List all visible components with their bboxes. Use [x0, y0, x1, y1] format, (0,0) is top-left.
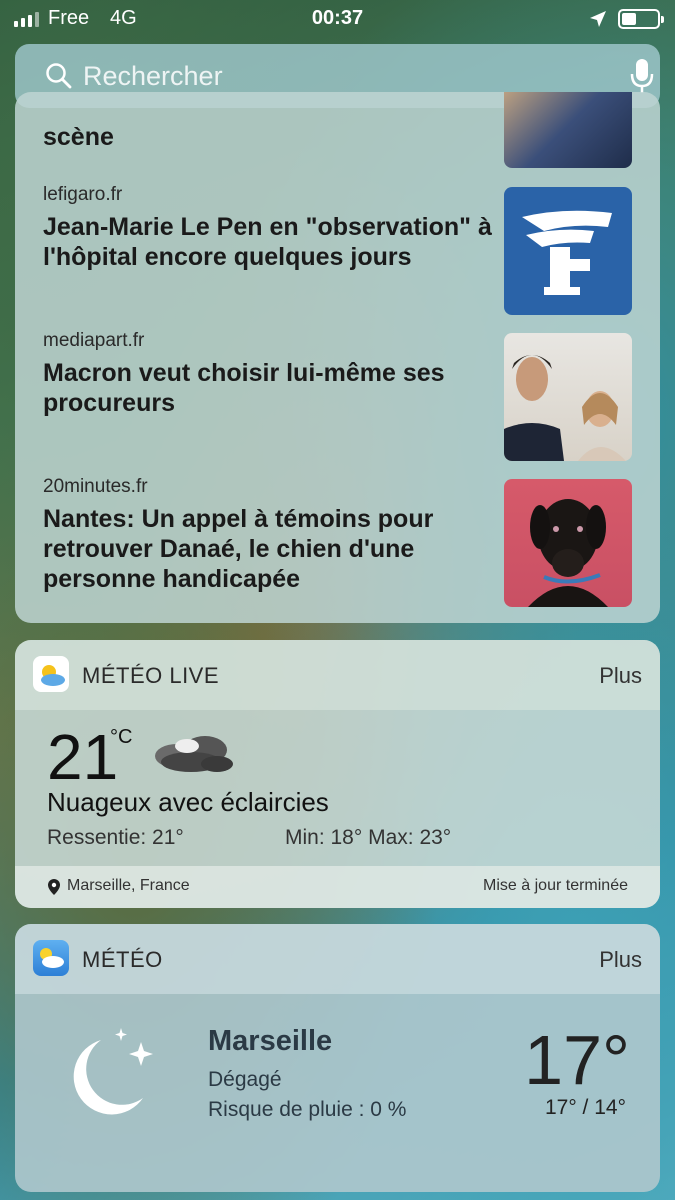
widget-footer: Marseille, France Mise à jour terminée: [15, 866, 660, 908]
news-item[interactable]: scène: [43, 122, 493, 152]
widget-header: MÉTÉO LIVE Plus: [15, 640, 660, 710]
min-max-temperature: Min: 18° Max: 23°: [285, 826, 452, 849]
city-name: Marseille: [208, 1025, 333, 1057]
news-item[interactable]: mediapart.fr Macron veut choisir lui-mêm…: [43, 330, 493, 418]
news-widget: scène lefigaro.fr Jean-Marie Le Pen en "…: [15, 92, 660, 623]
figaro-logo-icon: F: [522, 210, 612, 295]
news-title: Macron veut choisir lui-même ses procure…: [43, 359, 445, 417]
update-status: Mise à jour terminée: [483, 877, 628, 894]
news-title: scène: [43, 123, 114, 151]
min-max-temperature: 17° / 14°: [544, 1096, 626, 1119]
location-pin-icon: [48, 879, 60, 895]
widget-title: MÉTÉO: [82, 947, 163, 972]
clock: 00:37: [311, 7, 364, 29]
news-title: Nantes: Un appel à témoins pour retrouve…: [43, 505, 434, 593]
temperature-unit: °C: [110, 726, 133, 748]
news-thumbnail: [504, 92, 632, 168]
show-more-link[interactable]: Plus: [599, 947, 642, 973]
battery-icon: [618, 9, 664, 29]
news-source: lefigaro.fr: [43, 184, 123, 205]
search-icon: [46, 63, 72, 89]
widget-title: MÉTÉO LIVE: [82, 663, 220, 688]
rain-chance: Risque de pluie : 0 %: [208, 1098, 407, 1121]
news-thumbnail-photo: [504, 479, 632, 607]
meteo-widget: MÉTÉO Plus Marseille Dégagé Risque de pl…: [15, 924, 660, 1192]
news-item[interactable]: 20minutes.fr Nantes: Un appel à témoins …: [43, 476, 493, 594]
location-arrow-icon: [590, 11, 606, 27]
weather-condition: Dégagé: [208, 1068, 282, 1091]
show-more-link[interactable]: Plus: [599, 663, 642, 689]
cloud-icon: [155, 736, 233, 772]
search-input[interactable]: [83, 56, 603, 96]
news-source: 20minutes.fr: [43, 476, 148, 497]
widget-header: MÉTÉO Plus: [15, 924, 660, 994]
location: Marseille, France: [67, 877, 190, 894]
lefigaro-logo: F: [504, 187, 632, 315]
feels-like: Ressentie: 21°: [47, 826, 184, 849]
news-source: mediapart.fr: [43, 330, 145, 351]
weather-condition: Nuageux avec éclaircies: [47, 787, 329, 817]
news-title: Jean-Marie Le Pen en "observation" à l'h…: [43, 213, 492, 271]
status-bar: Free 4G 00:37: [0, 0, 675, 38]
moon-stars-icon: [73, 1028, 153, 1115]
temperature: 21: [47, 721, 119, 793]
meteo-live-app-icon: [33, 656, 69, 692]
temperature: 17°: [524, 1021, 630, 1099]
microphone-icon[interactable]: [629, 56, 655, 96]
news-item[interactable]: lefigaro.fr Jean-Marie Le Pen en "observ…: [43, 184, 493, 272]
news-thumbnail-photo: [504, 333, 632, 461]
meteo-live-widget: MÉTÉO LIVE Plus 21 °C Nuageux avec éclai…: [15, 640, 660, 908]
meteo-app-icon: [33, 940, 69, 976]
